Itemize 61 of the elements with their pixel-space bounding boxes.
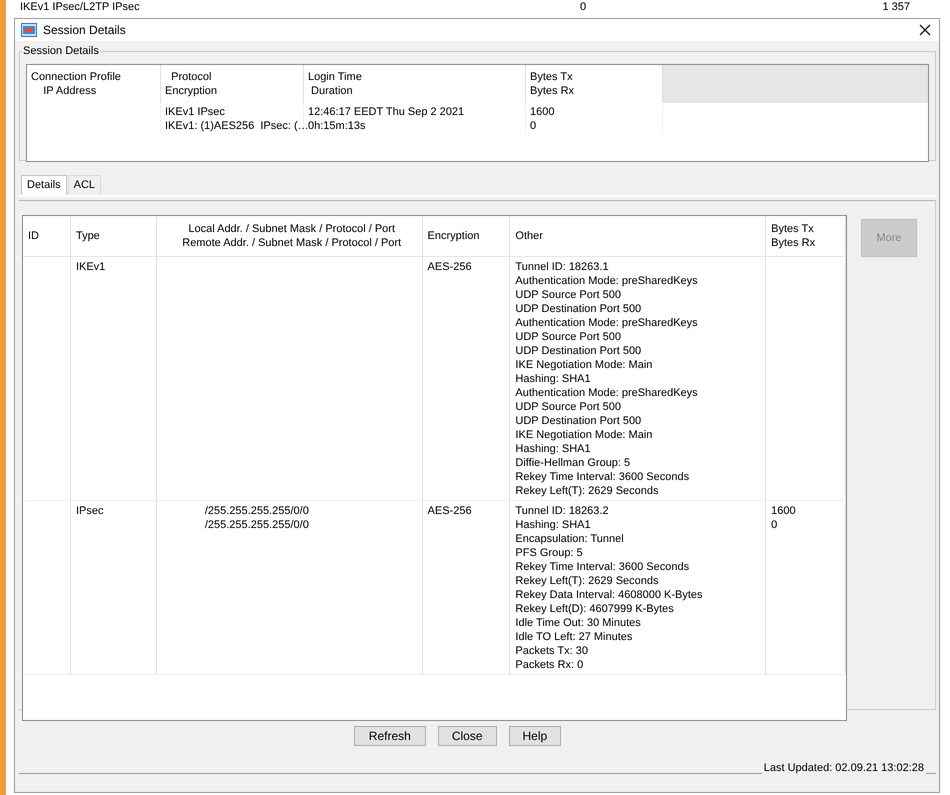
table-cell-text: Rekey Data Interval: 4608000 K-Bytes [515,588,704,602]
table-cell-text: Idle Time Out: 30 Minutes [515,616,642,630]
table-cell-text: Rekey Left(T): 2629 Seconds [515,574,660,588]
table-cell-text: UDP Destination Port 500 [515,302,642,316]
table-cell-text: 0 [580,0,588,14]
table-cell-text: /255.255.255.255/0/0 [204,504,310,518]
table-cell-text: Tunnel ID: 18263.1 [515,260,610,274]
column-header[interactable]: Type [70,216,157,256]
table-cell-text: Encapsulation: Tunnel [515,532,625,546]
tab[interactable]: ACL [68,175,102,195]
table-cell-text: 1 357 [881,0,910,14]
table-cell-text: IKE Negotiation Mode: Main [515,428,654,442]
table-cell-text: Idle TO Left: 27 Minutes [515,630,634,644]
table-cell-text: Rekey Time Interval: 3600 Seconds [515,470,690,484]
column-header[interactable]: Protocol Encryption [161,65,304,103]
table-cell-text: Authentication Mode: preSharedKeys [515,386,699,400]
table-cell-text: IKE Negotiation Mode: Main [515,358,654,372]
last-updated-label: Last Updated: 02.09.21 13:02:28 [762,761,926,775]
dialog-button[interactable]: Close [438,726,497,746]
table-cell-text: Packets Rx: 0 [515,658,584,672]
table-cell-text: 0 [771,518,778,532]
table-cell-text: Packets Tx: 30 [515,644,589,658]
table-cell: AES-256 [428,505,472,517]
app-icon [21,23,37,37]
table-cell-text: UDP Destination Port 500 [515,414,642,428]
table-cell-text: Hashing: SHA1 [515,442,592,456]
column-header[interactable]: Connection Profile IP Address [27,65,161,103]
table-cell: IKEv1 [76,261,106,273]
table-cell-text: Diffie-Hellman Group: 5 [515,456,632,470]
table-cell-text: UDP Source Port 500 [515,288,622,302]
table-cell-text: Authentication Mode: preSharedKeys [515,316,699,330]
column-header[interactable]: Bytes Tx Bytes Rx [526,65,663,103]
table-cell-text: UDP Source Port 500 [515,400,622,414]
column-header[interactable]: Bytes Tx Bytes Rx [766,216,846,256]
table-cell-text: 1600 [771,504,797,518]
table-cell-text: Rekey Left(D): 4607999 K-Bytes [515,602,675,616]
table-cell-text: /255.255.255.255/0/0 [204,518,310,532]
table-cell-text: PFS Group: 5 [515,546,584,560]
dialog-button[interactable]: Help [508,726,562,746]
table-cell: 1600 0 [526,105,663,133]
column-header[interactable]: Other [510,216,766,256]
table-cell-text: Tunnel ID: 18263.2 [515,504,610,518]
table-cell: 12:46:17 EEDT Thu Sep 2 2021 0h:15m:13s [304,105,526,133]
table-cell-text: UDP Source Port 500 [515,330,622,344]
table-cell-text: Hashing: SHA1 [515,518,592,532]
table-cell-text: UDP Destination Port 500 [515,344,642,358]
table-cell-text: Rekey Time Interval: 3600 Seconds [515,560,690,574]
column-header[interactable]: ID [23,216,71,256]
window-title: Session Details [43,23,127,37]
column-header[interactable]: Local Addr. / Subnet Mask / Protocol / Port Remote Addr. / Subnet Mask / Protocol / Port [156,216,423,256]
table-cell-text: IKEv1 IPsec/L2TP IPsec [19,0,141,14]
table-cell-text: Hashing: SHA1 [515,372,592,386]
dialog-button[interactable]: Refresh [354,726,426,746]
close-icon[interactable] [919,24,931,36]
column-header[interactable]: Login Time Duration [304,65,526,103]
table-cell: AES-256 [428,261,472,273]
tab[interactable]: Details [21,175,67,195]
column-header[interactable]: Encryption [422,216,510,256]
table-cell-text: Rekey Left(T): 2629 Seconds [515,484,660,498]
table-cell-text: Authentication Mode: preSharedKeys [515,274,699,288]
table-cell: IPsec [76,505,104,517]
